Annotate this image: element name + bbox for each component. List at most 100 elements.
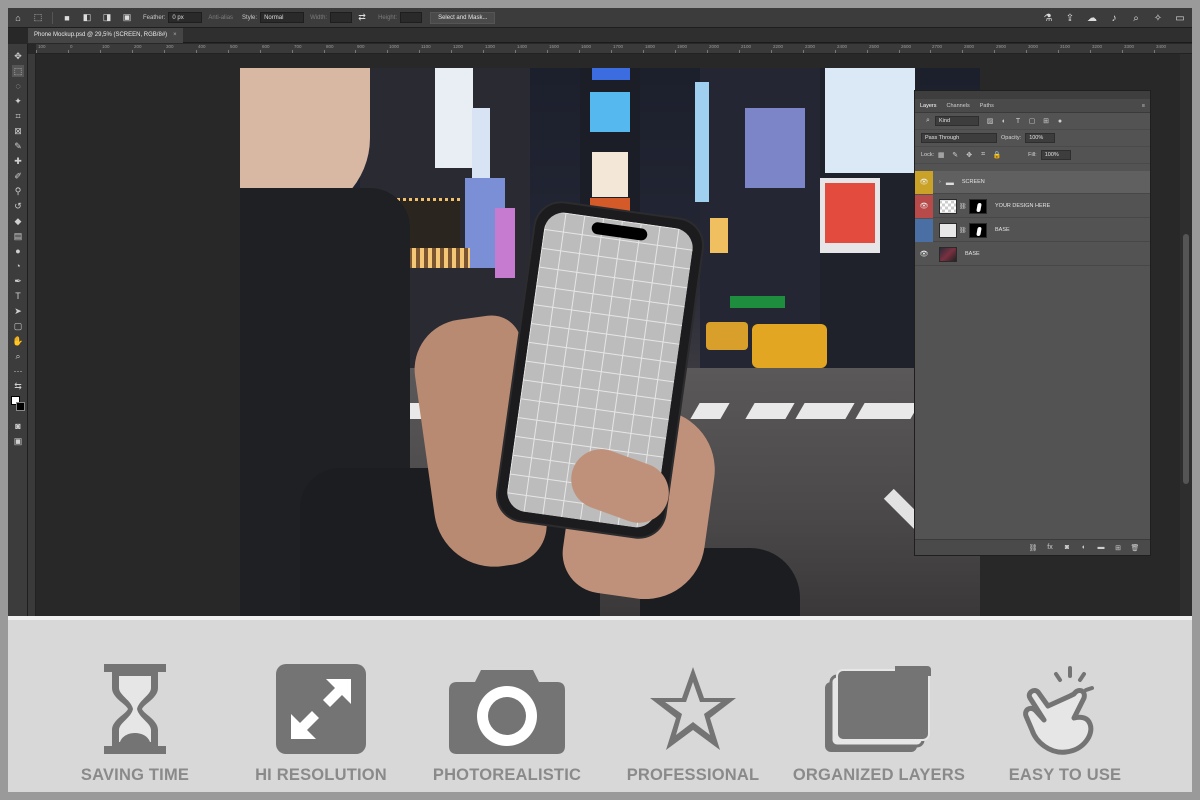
blend-mode-select[interactable]: Pass Through — [921, 133, 997, 143]
scrollbar-thumb[interactable] — [1183, 234, 1189, 484]
healing-brush-icon[interactable]: ✚ — [12, 155, 24, 167]
brush-tool-icon[interactable]: ✐ — [12, 170, 24, 182]
layer-row-base-image[interactable]: 👁 BASE — [915, 243, 1150, 266]
layer-row-base-mask[interactable]: ⛓ BASE — [915, 218, 1150, 242]
ruler-tick-label: 200 — [134, 44, 142, 49]
layer-row-design[interactable]: 👁 ⛓ YOUR DESIGN HERE — [915, 194, 1150, 218]
panel-menu-icon[interactable]: ≡ — [1137, 103, 1150, 109]
tab-layers[interactable]: Layers — [915, 103, 942, 109]
discover-icon[interactable]: ✧ — [1150, 10, 1166, 26]
height-input[interactable] — [400, 12, 423, 23]
type-filter-icon[interactable]: T — [1013, 116, 1023, 126]
lock-all-icon[interactable]: 🔒 — [992, 150, 1002, 160]
add-selection-icon[interactable]: ◧ — [80, 11, 94, 25]
clone-stamp-icon[interactable]: ⚲ — [12, 185, 24, 197]
antialias-checkbox[interactable]: Anti-alias — [208, 15, 233, 21]
visibility-eye-icon[interactable]: 👁 — [915, 194, 933, 218]
tab-channels[interactable]: Channels — [942, 103, 975, 109]
subtract-selection-icon[interactable]: ◨ — [100, 11, 114, 25]
style-select[interactable]: Normal — [260, 12, 305, 23]
taxi — [752, 324, 827, 368]
document-tab[interactable]: Phone Mockup.psd @ 29,5% (SCREEN, RGB/8#… — [28, 28, 183, 43]
frame-tool-icon[interactable]: ⊠ — [12, 125, 24, 137]
crop-tool-icon[interactable]: ⌗ — [12, 110, 24, 122]
screen-mode-icon[interactable]: ▣ — [12, 435, 24, 447]
visibility-eye-icon[interactable]: 👁 — [915, 170, 933, 194]
bell-icon[interactable]: ♪ — [1106, 10, 1122, 26]
hourglass-icon — [104, 664, 166, 754]
adjustment-layer-icon[interactable]: ◐ — [1079, 543, 1089, 553]
link-layers-icon[interactable]: ⛓ — [1028, 543, 1038, 553]
pixel-filter-icon[interactable]: ▨ — [985, 116, 995, 126]
lock-artboard-icon[interactable]: ⌗ — [978, 150, 988, 160]
lock-position-icon[interactable]: ✥ — [964, 150, 974, 160]
search-icon[interactable]: ⌕ — [1128, 10, 1144, 26]
select-and-mask-button[interactable]: Select and Mask... — [430, 11, 496, 24]
tap-hand-icon — [1023, 666, 1094, 755]
feather-input[interactable]: 0 px — [168, 12, 203, 23]
new-layer-icon[interactable]: ⊞ — [1113, 543, 1123, 553]
blur-icon[interactable]: ● — [12, 245, 24, 257]
smart-filter-icon[interactable]: ⊞ — [1041, 116, 1051, 126]
quick-mask-icon[interactable]: ◙ — [12, 420, 24, 432]
gradient-icon[interactable]: ▤ — [12, 230, 24, 242]
fx-icon[interactable]: fx — [1045, 543, 1055, 553]
expand-chevron-icon[interactable]: › — [939, 179, 941, 185]
flask-icon[interactable]: ⚗ — [1040, 10, 1056, 26]
lock-pixels-icon[interactable]: ✎ — [950, 150, 960, 160]
close-tab-icon[interactable]: × — [173, 28, 177, 43]
eraser-icon[interactable]: ◆ — [12, 215, 24, 227]
magic-wand-icon[interactable]: ✦ — [12, 95, 24, 107]
tab-paths[interactable]: Paths — [975, 103, 999, 109]
ruler-tick — [515, 50, 516, 53]
hand-tool-icon[interactable]: ✋ — [12, 335, 24, 347]
vertical-scrollbar[interactable] — [1180, 54, 1192, 616]
cloud-icon[interactable]: ☁ — [1084, 10, 1100, 26]
history-brush-icon[interactable]: ↺ — [12, 200, 24, 212]
layer-row-screen-group[interactable]: 👁 › ▬ SCREEN — [915, 170, 1150, 194]
zoom-tool-icon[interactable]: ⌕ — [12, 350, 24, 362]
adjustment-filter-icon[interactable]: ◐ — [999, 116, 1009, 126]
share-icon[interactable]: ⇪ — [1062, 10, 1078, 26]
trash-icon[interactable]: 🗑 — [1130, 543, 1140, 553]
filter-kind-select[interactable]: Kind — [935, 116, 979, 126]
rectangle-tool-icon[interactable]: ▢ — [12, 320, 24, 332]
swap-icon[interactable]: ⇄ — [355, 11, 369, 25]
home-icon[interactable]: ⌂ — [11, 11, 25, 25]
swap-colors-icon[interactable]: ⇆ — [12, 380, 24, 392]
filter-toggle-icon[interactable]: ● — [1055, 116, 1065, 126]
new-selection-icon[interactable]: ■ — [60, 11, 74, 25]
ruler-tick — [292, 50, 293, 53]
dodge-icon[interactable]: ◔ — [12, 260, 24, 272]
ruler-tick — [1122, 50, 1123, 53]
star-icon — [650, 667, 736, 750]
document-tabbar: Phone Mockup.psd @ 29,5% (SCREEN, RGB/8#… — [28, 28, 1192, 43]
text-tool-icon[interactable]: T — [12, 290, 24, 302]
move-tool-icon[interactable]: ✥ — [12, 50, 24, 62]
workspace-icon[interactable]: ▭ — [1172, 10, 1188, 26]
more-tools-icon[interactable]: ⋯ — [12, 365, 24, 377]
layer-name: YOUR DESIGN HERE — [995, 203, 1051, 209]
background-color-swatch[interactable] — [16, 402, 25, 411]
feature-professional: PROFESSIONAL — [600, 620, 786, 796]
marquee-tool-icon[interactable]: ⬚ — [31, 11, 45, 25]
visibility-eye-icon[interactable]: 👁 — [915, 243, 933, 266]
eyedropper-icon[interactable]: ✎ — [12, 140, 24, 152]
canvas-photo[interactable] — [240, 68, 980, 616]
add-mask-icon[interactable]: ◙ — [1062, 543, 1072, 553]
lock-transparent-icon[interactable]: ▦ — [936, 150, 946, 160]
feature-saving-time: SAVING TIME — [42, 620, 228, 796]
ruler-tick — [260, 50, 261, 53]
fill-input[interactable]: 100% — [1040, 150, 1071, 160]
shape-filter-icon[interactable]: ▢ — [1027, 116, 1037, 126]
marquee-tool-icon[interactable]: ⬚ — [12, 65, 24, 77]
intersect-selection-icon[interactable]: ▣ — [120, 11, 134, 25]
pen-tool-icon[interactable]: ✒ — [12, 275, 24, 287]
visibility-eye-icon[interactable] — [915, 218, 933, 242]
crosswalk-stripe — [855, 403, 920, 419]
lasso-tool-icon[interactable]: ◌ — [12, 80, 24, 92]
opacity-input[interactable]: 100% — [1025, 133, 1056, 143]
width-input[interactable] — [330, 12, 353, 23]
path-select-icon[interactable]: ➤ — [12, 305, 24, 317]
new-group-icon[interactable]: ▬ — [1096, 543, 1106, 553]
